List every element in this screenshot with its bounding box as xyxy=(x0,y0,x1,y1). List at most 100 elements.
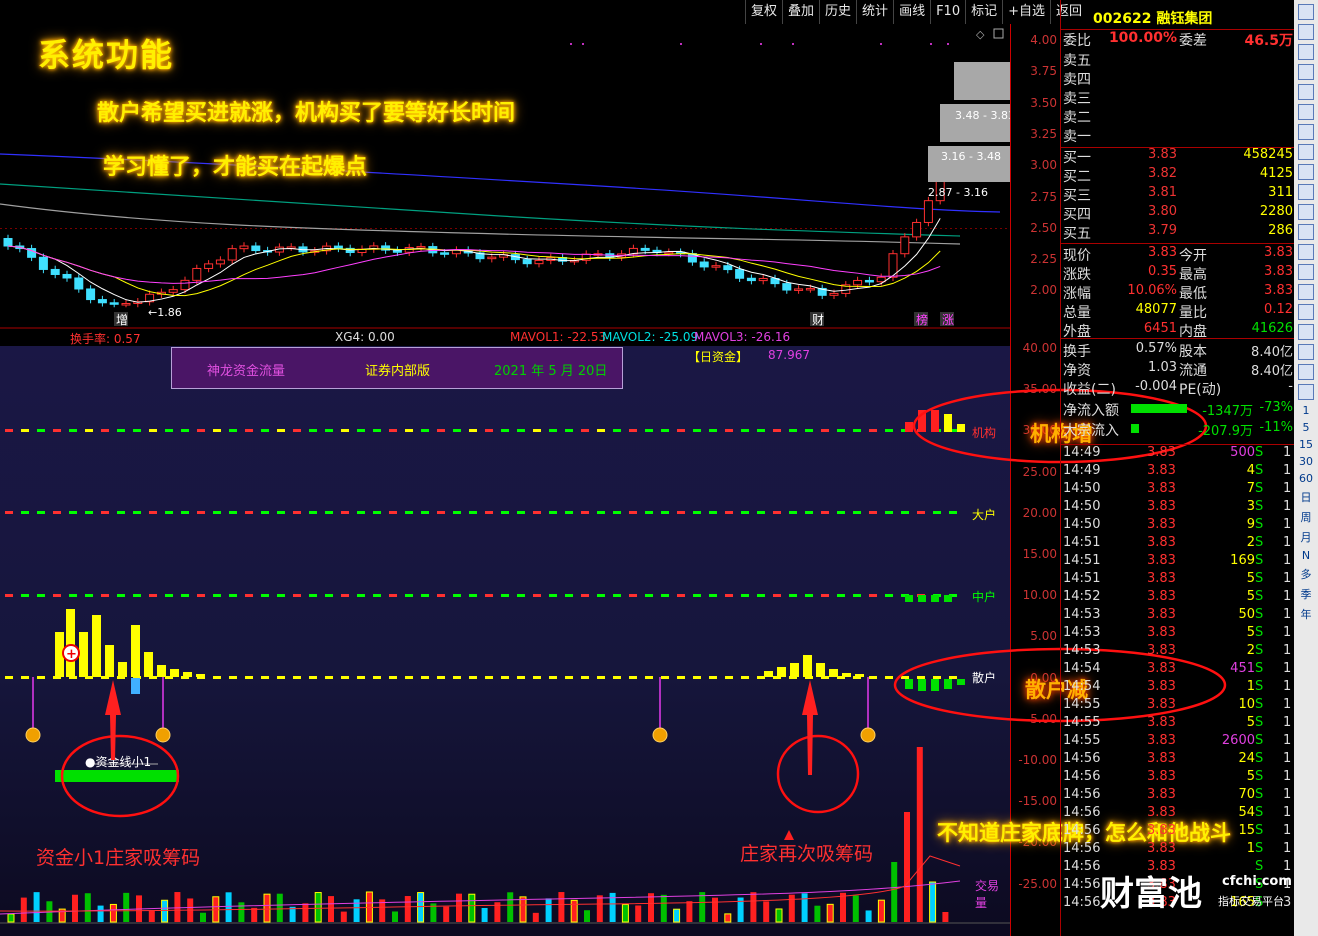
tool-icon[interactable] xyxy=(1298,204,1314,220)
period-button[interactable]: 周 xyxy=(1294,509,1318,525)
watermark-url: cfchi.com xyxy=(1222,874,1292,889)
stat-label: 现价 xyxy=(1063,248,1091,264)
tick-time: 14:56 xyxy=(1063,805,1101,820)
stat-value: 8.40亿 xyxy=(1251,345,1293,360)
sell-label: 卖四 xyxy=(1063,72,1091,88)
period-button[interactable]: 5 xyxy=(1294,421,1318,434)
period-button[interactable]: 月 xyxy=(1294,529,1318,545)
tick-row: 14:56 3.83 15 S 1 xyxy=(1063,823,1295,841)
tick-count: 1 xyxy=(1283,463,1292,478)
tool-icon[interactable] xyxy=(1298,64,1314,80)
tick-side: S xyxy=(1255,553,1264,568)
tick-price: 3.83 xyxy=(1147,841,1176,856)
tick-price: 3.83 xyxy=(1147,823,1176,838)
tool-icon[interactable] xyxy=(1298,124,1314,140)
tick-price: 3.83 xyxy=(1147,787,1176,802)
tick-vol: 9 xyxy=(1246,517,1255,532)
tool-icon[interactable] xyxy=(1298,304,1314,320)
stat-row: 现价 3.83 今开 3.83 xyxy=(1063,245,1293,264)
tool-icon[interactable] xyxy=(1298,144,1314,160)
tick-time: 14:56 xyxy=(1063,895,1101,910)
tool-icon[interactable] xyxy=(1298,344,1314,360)
buy-price: 3.80 xyxy=(1148,204,1177,219)
tick-row: 14:53 3.83 2 S 1 xyxy=(1063,643,1295,661)
tick-row: 14:54 3.83 451 S 1 xyxy=(1063,661,1295,679)
period-button[interactable]: 1 xyxy=(1294,404,1318,417)
period-button[interactable]: 多 xyxy=(1294,566,1318,582)
buy-vol: 311 xyxy=(1268,185,1293,200)
tick-row: 14:55 3.83 5 S 1 xyxy=(1063,715,1295,733)
tick-price: 3.83 xyxy=(1147,571,1176,586)
period-button[interactable]: 年 xyxy=(1294,606,1318,622)
tool-icon[interactable] xyxy=(1298,164,1314,180)
tool-icon[interactable] xyxy=(1298,4,1314,20)
tick-price: 3.83 xyxy=(1147,679,1176,694)
tool-icon[interactable] xyxy=(1298,184,1314,200)
tick-time: 14:56 xyxy=(1063,877,1101,892)
buy-price: 3.82 xyxy=(1148,166,1177,181)
stock-title: 002622 融钰集团 xyxy=(1093,11,1213,27)
sell-row: 卖三 xyxy=(1063,88,1293,107)
tick-count: 1 xyxy=(1283,625,1292,640)
period-button[interactable]: 日 xyxy=(1294,489,1318,505)
tick-time: 14:56 xyxy=(1063,841,1101,856)
tick-time: 14:56 xyxy=(1063,823,1101,838)
tick-side: S xyxy=(1255,787,1264,802)
stat-value: 8.40亿 xyxy=(1251,364,1293,379)
tool-icon[interactable] xyxy=(1298,24,1314,40)
tick-count: 3 xyxy=(1283,895,1292,910)
tool-icon[interactable] xyxy=(1298,384,1314,400)
netflow-label: 净流入额 xyxy=(1063,403,1119,419)
tick-count: 1 xyxy=(1283,859,1292,874)
period-button[interactable]: 60 xyxy=(1294,472,1318,485)
tick-side: S xyxy=(1255,607,1264,622)
tick-vol: 54 xyxy=(1238,805,1255,820)
tick-row: 14:54 3.83 1 S 1 xyxy=(1063,679,1295,697)
tick-row: 14:56 3.83 1 S 1 xyxy=(1063,841,1295,859)
tick-row: 14:53 3.83 50 S 1 xyxy=(1063,607,1295,625)
tool-icon[interactable] xyxy=(1298,224,1314,240)
tick-vol: 15 xyxy=(1238,823,1255,838)
period-button[interactable]: N xyxy=(1294,549,1318,562)
weicha-label: 委差 xyxy=(1179,33,1207,49)
tick-side: S xyxy=(1255,625,1264,640)
tool-icon[interactable] xyxy=(1298,104,1314,120)
period-button[interactable]: 30 xyxy=(1294,455,1318,468)
period-button[interactable]: 季 xyxy=(1294,586,1318,602)
tick-row: 14:49 3.83 500 S 1 xyxy=(1063,445,1295,463)
stat-value: 0.35 xyxy=(1148,264,1177,279)
tick-time: 14:56 xyxy=(1063,769,1101,784)
tick-time: 14:55 xyxy=(1063,715,1101,730)
tick-vol: 2600 xyxy=(1221,733,1255,748)
tick-vol: 5 xyxy=(1246,571,1255,586)
tick-side: S xyxy=(1255,751,1264,766)
netflow-value: -207.9万 xyxy=(1198,424,1253,439)
tick-price: 3.83 xyxy=(1147,715,1176,730)
stat2-row: 净资 1.03 流通 8.40亿 xyxy=(1063,360,1293,379)
tick-time: 14:51 xyxy=(1063,535,1101,550)
tool-icon[interactable] xyxy=(1298,84,1314,100)
tick-count: 1 xyxy=(1283,553,1292,568)
weibi-label: 委比 xyxy=(1063,33,1091,49)
tick-row: 14:56 3.83 70 S 1 xyxy=(1063,787,1295,805)
tick-row: 14:51 3.83 5 S 1 xyxy=(1063,571,1295,589)
tick-price: 3.83 xyxy=(1147,733,1176,748)
tick-time: 14:55 xyxy=(1063,733,1101,748)
arrow-up-3 xyxy=(784,830,794,840)
tool-icon[interactable] xyxy=(1298,284,1314,300)
quote-panel: 002622 融钰集团 委比 100.00% 委差 46.5万 卖五 卖四 卖三 卖二 卖一 买一… xyxy=(1060,0,1295,936)
tool-icon[interactable] xyxy=(1298,244,1314,260)
tool-icon[interactable] xyxy=(1298,44,1314,60)
tick-side: S xyxy=(1255,445,1264,460)
buy-row: 买二 3.82 4125 xyxy=(1063,166,1293,185)
tick-row: 14:51 3.83 2 S 1 xyxy=(1063,535,1295,553)
tick-count: 1 xyxy=(1283,841,1292,856)
right-sidebar[interactable]: 1 5 15 30 60 日周月 N 多季年 xyxy=(1294,0,1318,936)
stat-value: 0.12 xyxy=(1264,302,1293,317)
tick-vol: 1 xyxy=(1246,679,1255,694)
tool-icon[interactable] xyxy=(1298,364,1314,380)
sell-label: 卖一 xyxy=(1063,129,1091,145)
tool-icon[interactable] xyxy=(1298,264,1314,280)
tool-icon[interactable] xyxy=(1298,324,1314,340)
period-button[interactable]: 15 xyxy=(1294,438,1318,451)
